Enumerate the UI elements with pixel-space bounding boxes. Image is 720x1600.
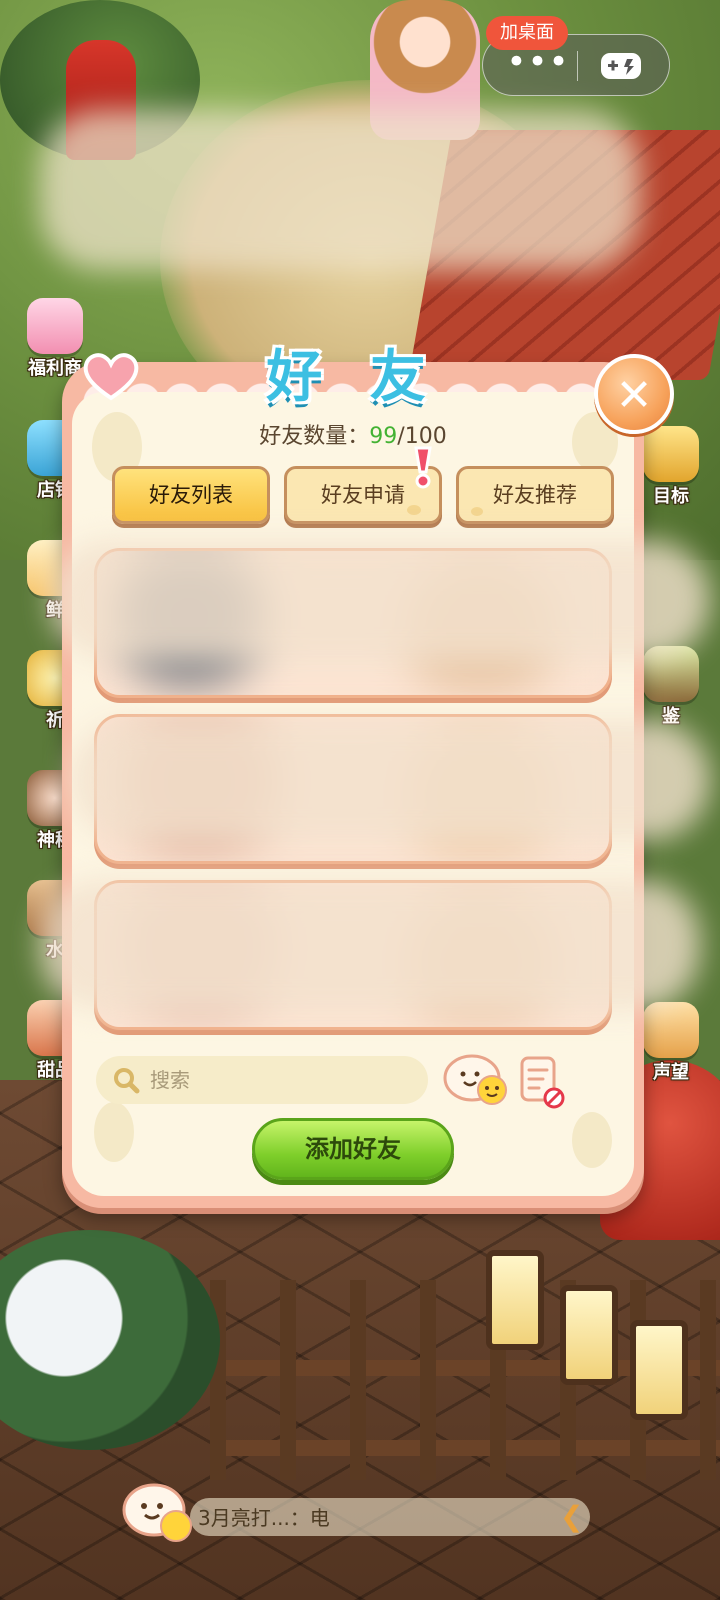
lantern-decoration — [486, 1250, 544, 1350]
search-icon — [114, 1068, 140, 1094]
tab-friend-recommend[interactable]: 好友推荐 — [456, 466, 614, 524]
friend-count: 好友数量：99/100 — [62, 418, 644, 450]
friend-count-label: 好友数量： — [259, 424, 370, 449]
background-dot — [572, 1112, 612, 1168]
blurred-region — [70, 720, 710, 840]
tab-label: 好友列表 — [149, 483, 233, 507]
friend-count-current: 99 — [369, 424, 398, 449]
tab-label: 好友申请 — [321, 483, 405, 507]
search-field[interactable] — [96, 1056, 428, 1104]
dialog-title: 好 友 — [266, 345, 440, 410]
blacklist-icon[interactable] — [518, 1054, 566, 1110]
cheese-hole — [407, 505, 421, 515]
blurred-region — [40, 880, 700, 1010]
close-icon: ✕ — [615, 370, 653, 421]
tab-friend-list[interactable]: 好友列表 — [112, 466, 270, 524]
capsule-divider — [577, 51, 578, 81]
chevron-left-icon[interactable]: ❮ — [560, 1500, 586, 1533]
search-input[interactable] — [150, 1056, 410, 1104]
world-chat-bar[interactable]: 3月亮打...：电 ❮ — [120, 1480, 590, 1546]
lantern-decoration — [630, 1320, 688, 1420]
reputation-icon — [643, 1002, 699, 1058]
side-icon-label: 目标 — [653, 486, 689, 507]
add-to-desktop-button[interactable]: 加桌面 — [486, 16, 568, 50]
exclamation-alert-icon — [414, 446, 432, 489]
chat-preview-text: 3月亮打...：电 — [198, 1506, 330, 1530]
background-dot — [94, 1102, 134, 1162]
cheese-hole — [471, 507, 483, 516]
gamepad-icon[interactable] — [595, 49, 647, 83]
emoji-chat-icon[interactable] — [442, 1052, 512, 1108]
blurred-region — [40, 110, 640, 270]
emoji-chat-icon — [122, 1483, 192, 1542]
side-icon-label: 声望 — [653, 1062, 689, 1083]
goal-icon — [643, 426, 699, 482]
side-icon-reputation[interactable]: 声望 — [640, 1002, 702, 1084]
add-friend-button[interactable]: 添加好友 — [252, 1118, 454, 1180]
more-menu-button[interactable]: ••• — [505, 45, 571, 81]
tab-label: 好友推荐 — [493, 483, 577, 507]
blurred-region — [50, 540, 710, 660]
side-icon-goal[interactable]: 目标 — [640, 426, 702, 508]
lantern-decoration — [560, 1285, 618, 1385]
